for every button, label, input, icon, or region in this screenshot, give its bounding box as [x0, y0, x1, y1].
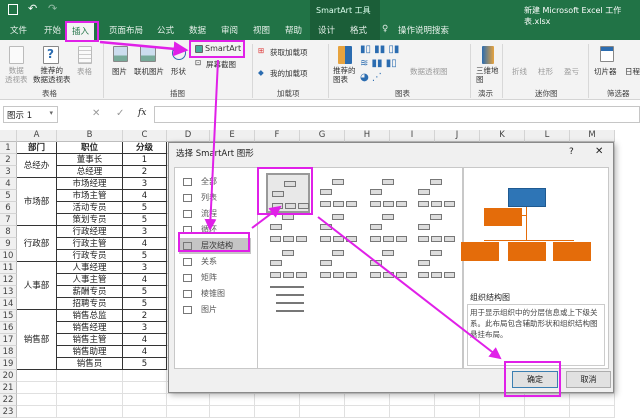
arrow-hierarchy-to-layout — [251, 205, 282, 229]
arrow-insert-to-smartart — [99, 40, 189, 57]
arrow-layout-to-ok — [317, 216, 502, 360]
arrow-smartart-to-hierarchy — [204, 59, 219, 231]
annotation-arrows — [99, 40, 502, 360]
